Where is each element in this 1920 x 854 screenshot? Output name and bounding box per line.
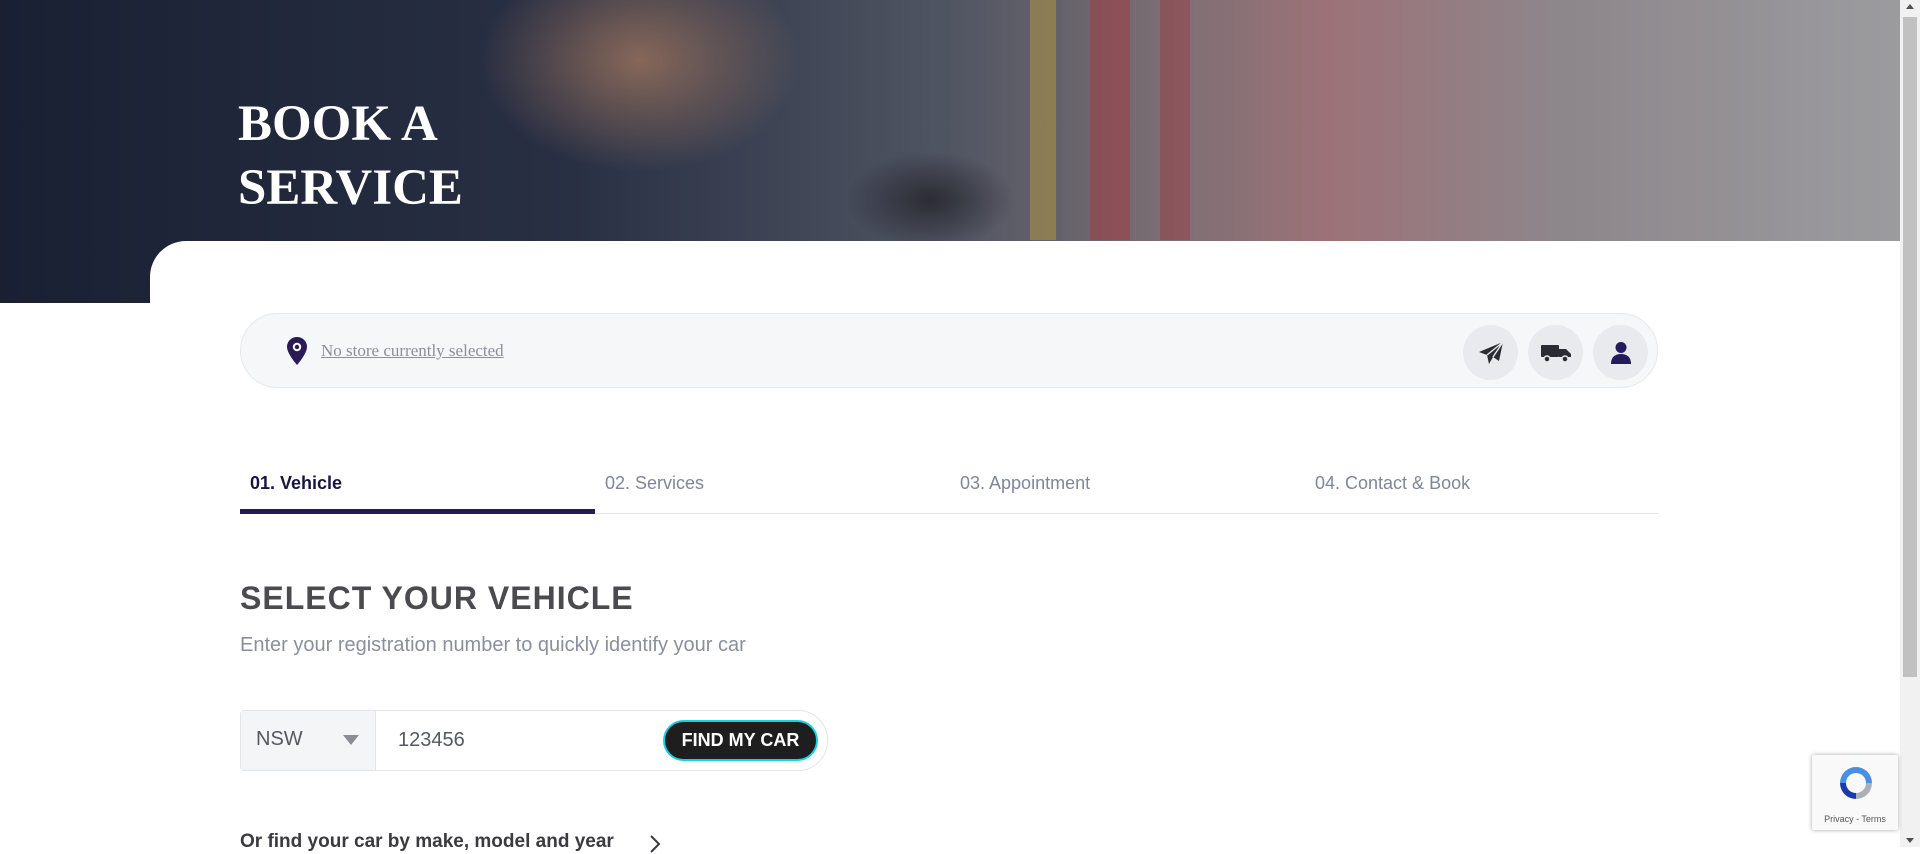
tab-vehicle[interactable]: 01. Vehicle xyxy=(240,460,595,514)
chevron-down-icon xyxy=(343,735,359,745)
page-scrollbar[interactable] xyxy=(1900,0,1920,847)
paper-plane-icon xyxy=(1478,340,1504,364)
hero-image-detail xyxy=(1160,0,1190,240)
chevron-right-icon xyxy=(650,835,661,853)
section-subtitle: Enter your registration number to quickl… xyxy=(240,634,746,656)
registration-input[interactable] xyxy=(376,711,656,770)
find-by-make-model-link[interactable]: Or find your car by make, model and year xyxy=(240,831,614,853)
hero-image-detail xyxy=(1030,0,1056,240)
tab-appointment[interactable]: 03. Appointment xyxy=(950,460,1305,514)
store-selector-bar: No store currently selected xyxy=(240,313,1658,388)
state-select[interactable]: NSW xyxy=(241,711,376,770)
map-pin-icon xyxy=(287,337,307,365)
user-icon xyxy=(1610,341,1631,364)
scroll-up-arrow-icon[interactable] xyxy=(1906,4,1914,9)
registration-form: NSW FIND MY CAR xyxy=(240,710,828,771)
state-select-value: NSW xyxy=(256,728,303,750)
section-title: SELECT YOUR VEHICLE xyxy=(240,580,634,616)
truck-icon xyxy=(1540,344,1571,363)
page-title-line2: SERVICE xyxy=(238,160,463,216)
find-my-car-button[interactable]: FIND MY CAR xyxy=(663,720,818,761)
page-title-line1: BOOK A xyxy=(238,96,438,152)
page-title: BOOK A SERVICE xyxy=(238,92,498,220)
account-button[interactable] xyxy=(1593,325,1648,380)
select-store-link[interactable]: No store currently selected xyxy=(321,341,504,361)
delivery-button[interactable] xyxy=(1528,325,1583,380)
tab-contact-book[interactable]: 04. Contact & Book xyxy=(1305,460,1660,514)
send-button[interactable] xyxy=(1463,325,1518,380)
booking-steps-tabs: 01. Vehicle 02. Services 03. Appointment… xyxy=(240,460,1658,514)
scroll-down-arrow-icon[interactable] xyxy=(1906,838,1914,843)
recaptcha-links[interactable]: Privacy - Terms xyxy=(1812,814,1898,824)
scrollbar-thumb[interactable] xyxy=(1903,17,1917,677)
recaptcha-badge[interactable]: Privacy - Terms xyxy=(1812,755,1898,830)
recaptcha-logo-icon xyxy=(1840,767,1872,799)
tab-services[interactable]: 02. Services xyxy=(595,460,950,514)
hero-image-detail xyxy=(1090,0,1130,240)
